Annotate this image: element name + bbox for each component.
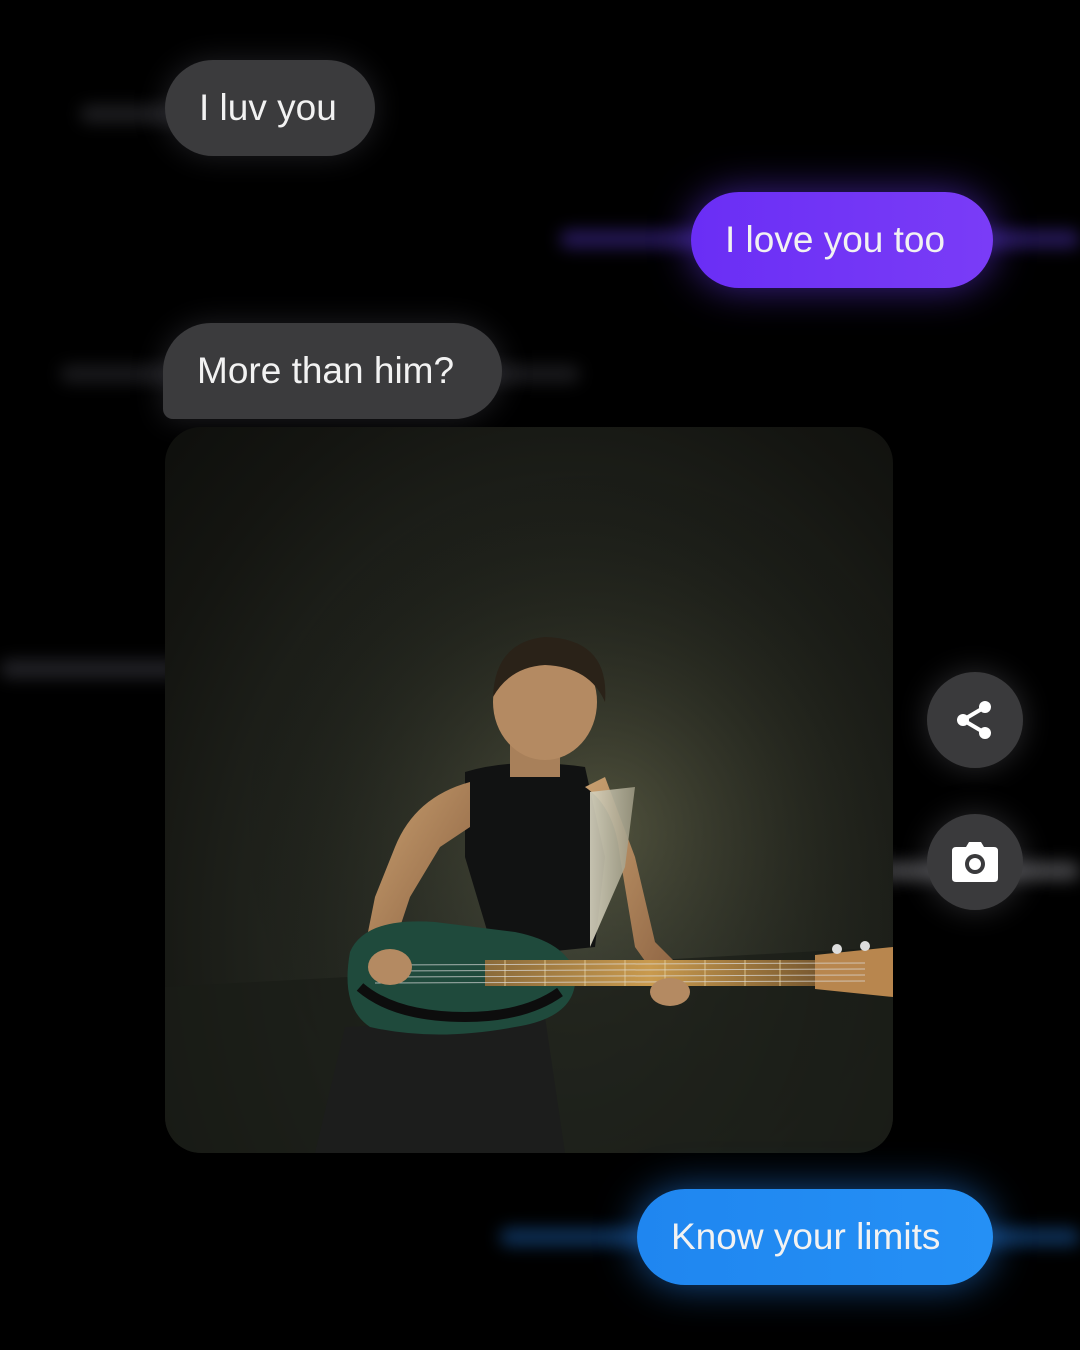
share-icon	[957, 701, 991, 739]
message-bubble-outgoing[interactable]: Know your limits	[637, 1189, 993, 1285]
message-text: I love you too	[725, 219, 946, 260]
message-text: Know your limits	[671, 1216, 941, 1257]
photo-illustration	[165, 427, 893, 1153]
message-bubble-incoming[interactable]: More than him?	[163, 323, 502, 419]
camera-icon	[952, 842, 998, 882]
message-text: I luv you	[199, 87, 337, 128]
message-text: More than him?	[197, 350, 455, 391]
photo-attachment[interactable]	[165, 427, 893, 1153]
camera-button[interactable]	[927, 814, 1023, 910]
message-bubble-incoming[interactable]: I luv you	[165, 60, 375, 156]
light-streak	[0, 660, 180, 678]
share-button[interactable]	[927, 672, 1023, 768]
message-bubble-outgoing[interactable]: I love you too	[691, 192, 993, 288]
